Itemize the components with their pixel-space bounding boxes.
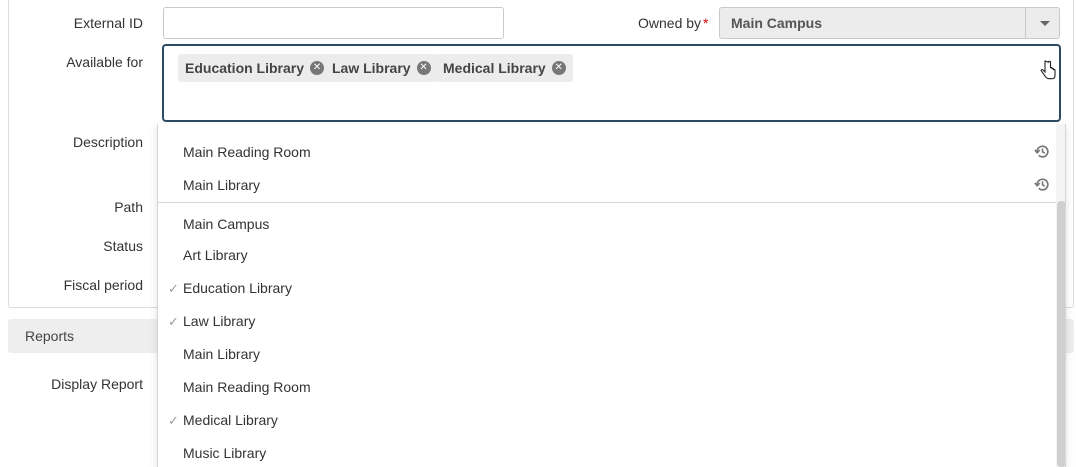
owned-by-value: Main Campus xyxy=(731,15,823,31)
path-label: Path xyxy=(114,199,143,215)
option-law-library[interactable]: Law Library xyxy=(183,313,255,329)
chip-education-library: Education Library ✕ xyxy=(178,54,332,82)
option-main-campus[interactable]: Main Campus xyxy=(183,216,269,232)
hand-cursor-icon xyxy=(1040,60,1056,80)
select-divider xyxy=(1025,8,1026,38)
check-icon: ✓ xyxy=(168,314,179,329)
recent-option[interactable]: Main Library xyxy=(183,177,260,193)
external-id-input[interactable] xyxy=(163,7,504,39)
available-for-dropdown[interactable]: Main Reading Room Main Library Main Camp… xyxy=(157,124,1066,467)
history-icon xyxy=(1034,178,1049,191)
option-medical-library[interactable]: Medical Library xyxy=(183,412,278,428)
reports-section-title: Reports xyxy=(25,328,75,344)
available-for-multiselect[interactable]: Education Library ✕ Law Library ✕ Medica… xyxy=(162,44,1061,122)
chip-law-library: Law Library ✕ xyxy=(325,54,438,82)
external-id-label: External ID xyxy=(73,15,143,31)
option-education-library[interactable]: Education Library xyxy=(183,280,292,296)
option-art-library[interactable]: Art Library xyxy=(183,247,248,263)
fiscal-period-label: Fiscal period xyxy=(63,277,143,293)
remove-chip-icon[interactable]: ✕ xyxy=(416,61,431,75)
chip-label: Medical Library xyxy=(443,60,546,76)
chip-label: Education Library xyxy=(185,60,305,76)
recent-divider xyxy=(158,202,1058,203)
scrollbar-thumb[interactable] xyxy=(1057,201,1065,467)
owned-by-label-text: Owned by xyxy=(638,15,702,31)
option-main-reading-room[interactable]: Main Reading Room xyxy=(183,379,311,395)
required-marker: * xyxy=(703,15,709,31)
check-icon: ✓ xyxy=(168,281,179,296)
remove-chip-icon[interactable]: ✕ xyxy=(310,61,325,75)
check-icon: ✓ xyxy=(168,413,179,428)
chip-label: Law Library xyxy=(332,60,411,76)
option-main-library[interactable]: Main Library xyxy=(183,346,260,362)
history-icon xyxy=(1034,145,1049,158)
chip-medical-library: Medical Library ✕ xyxy=(436,54,573,82)
owned-by-select[interactable]: Main Campus xyxy=(719,7,1060,39)
owned-by-label: Owned by * xyxy=(638,15,709,31)
remove-chip-icon[interactable]: ✕ xyxy=(551,61,566,75)
chevron-down-icon[interactable] xyxy=(1040,21,1050,26)
description-label: Description xyxy=(72,134,143,150)
available-for-label: Available for xyxy=(66,54,143,70)
display-report-label: Display Report xyxy=(51,376,143,392)
status-label: Status xyxy=(103,238,143,254)
recent-option[interactable]: Main Reading Room xyxy=(183,144,311,160)
option-music-library[interactable]: Music Library xyxy=(183,445,266,461)
